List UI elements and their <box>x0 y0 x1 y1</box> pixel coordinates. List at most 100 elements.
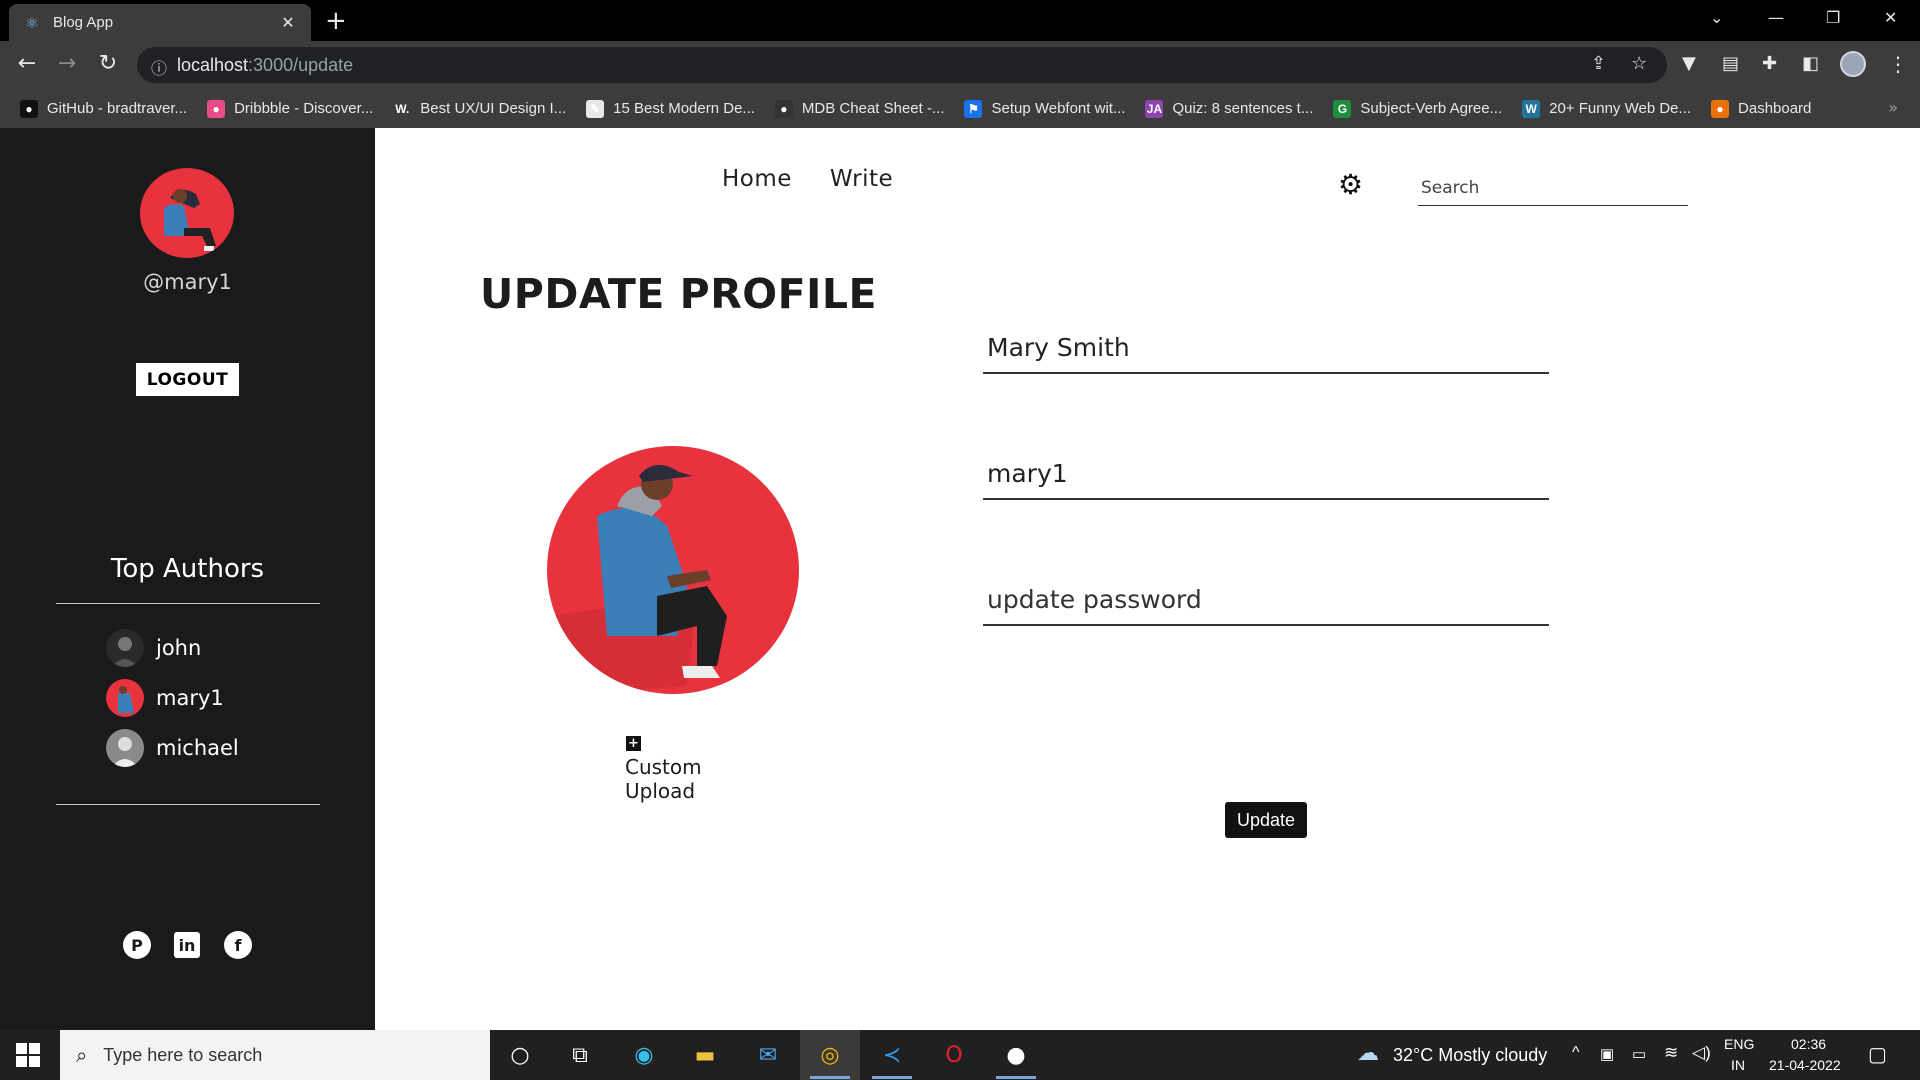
bookmark-favicon-icon: ● <box>774 99 793 118</box>
author-item-john[interactable]: john <box>106 629 201 667</box>
bookmark-item[interactable]: ● Dashboard <box>1711 99 1812 118</box>
browser-toolbar: ← → ↻ ⓘ localhost:3000/update ⇪ ☆ ▼ ▤ ✚ … <box>0 41 1920 89</box>
clipboard-extension-icon[interactable]: ▤ <box>1722 53 1739 74</box>
site-info-icon[interactable]: ⓘ <box>151 55 167 79</box>
author-name: michael <box>156 736 239 760</box>
add-upload-icon[interactable]: + <box>626 736 641 751</box>
task-view-icon[interactable]: ⧉ <box>562 1038 598 1072</box>
facebook-icon[interactable]: f <box>224 931 252 959</box>
language-in[interactable]: IN <box>1731 1057 1745 1073</box>
bookmark-item[interactable]: ● GitHub - bradtraver... <box>20 99 187 118</box>
clock-date[interactable]: 21-04-2022 <box>1769 1057 1841 1073</box>
bookmarks-overflow-icon[interactable]: » <box>1888 98 1898 117</box>
reload-icon[interactable]: ↻ <box>94 51 122 77</box>
weather-text[interactable]: 32°C Mostly cloudy <box>1393 1045 1547 1066</box>
page-title: UPDATE PROFILE <box>480 270 878 318</box>
update-button[interactable]: Update <box>1225 802 1307 838</box>
bookmark-favicon-icon: ● <box>1711 99 1730 118</box>
bookmark-item[interactable]: W 20+ Funny Web De... <box>1522 99 1692 118</box>
bookmark-item[interactable]: W. Best UX/UI Design I... <box>393 99 566 118</box>
browser-tab-strip: ⚛ Blog App ✕ + ⌄ — ❐ ✕ <box>0 0 1920 41</box>
author-name: mary1 <box>156 686 224 710</box>
mail-icon[interactable]: ✉ <box>750 1038 786 1072</box>
mongodb-compass-icon[interactable]: ● <box>998 1038 1034 1072</box>
file-explorer-icon[interactable]: ▬ <box>687 1038 723 1072</box>
tab-title: Blog App <box>53 14 114 31</box>
window-close-icon[interactable]: ✕ <box>1884 8 1897 27</box>
username-field[interactable] <box>983 448 1549 500</box>
extensions-puzzle-icon[interactable]: ✚ <box>1762 53 1777 74</box>
author-item-michael[interactable]: michael <box>106 729 239 767</box>
language-eng[interactable]: ENG <box>1724 1036 1754 1052</box>
volume-icon[interactable]: ◁) <box>1692 1043 1711 1063</box>
bookmark-label: Dashboard <box>1738 100 1812 117</box>
tray-overflow-icon[interactable]: ^ <box>1572 1044 1580 1062</box>
bookmark-favicon-icon: G <box>1333 99 1352 118</box>
author-avatar <box>106 629 144 667</box>
browser-profile-avatar[interactable] <box>1840 51 1866 77</box>
settings-gears-icon[interactable]: ⚙ <box>1338 168 1363 201</box>
bookmark-label: 20+ Funny Web De... <box>1549 100 1692 117</box>
opera-icon[interactable]: O <box>936 1038 972 1072</box>
sidebar-username: @mary1 <box>143 270 232 294</box>
search-input[interactable] <box>1418 170 1688 206</box>
share-icon[interactable]: ⇪ <box>1591 53 1606 74</box>
taskbar-search-placeholder: Type here to search <box>103 1044 263 1065</box>
chrome-active-indicator <box>810 1076 850 1079</box>
password-field[interactable] <box>983 574 1549 626</box>
forward-icon[interactable]: → <box>53 51 81 77</box>
bookmarks-bar: ● GitHub - bradtraver... ● Dribbble - Disco… <box>0 89 1920 128</box>
back-icon[interactable]: ← <box>13 51 41 77</box>
full-name-field[interactable] <box>983 322 1549 374</box>
battery-icon[interactable]: ▭ <box>1632 1045 1646 1063</box>
meet-now-icon[interactable]: ▣ <box>1600 1045 1614 1063</box>
nav-write-link[interactable]: Write <box>830 166 893 192</box>
author-avatar <box>106 679 144 717</box>
windows-start-icon[interactable] <box>16 1043 40 1067</box>
vue-devtools-icon[interactable]: ▼ <box>1682 53 1696 74</box>
search-icon: ⌕ <box>76 1043 88 1067</box>
bookmark-item[interactable]: ● MDB Cheat Sheet -... <box>774 99 944 118</box>
wifi-icon[interactable]: ≋ <box>1664 1043 1678 1063</box>
react-favicon-icon: ⚛ <box>25 13 39 32</box>
bookmark-item[interactable]: ● Dribbble - Discover... <box>207 99 373 118</box>
profile-avatar <box>140 168 234 258</box>
browser-tab[interactable]: ⚛ Blog App ✕ <box>9 4 311 41</box>
edge-icon[interactable]: ◉ <box>626 1038 662 1072</box>
tab-search-icon[interactable]: ⌄ <box>1710 8 1723 27</box>
browser-menu-icon[interactable]: ⋮ <box>1888 52 1908 76</box>
url-text[interactable]: localhost:3000/update <box>177 55 353 76</box>
new-tab-button[interactable]: + <box>325 8 347 34</box>
linkedin-icon[interactable]: in <box>174 932 200 958</box>
restore-icon[interactable]: ❐ <box>1826 8 1840 27</box>
chrome-icon[interactable]: ◎ <box>812 1038 848 1072</box>
bookmark-favicon-icon: W. <box>393 99 412 118</box>
custom-upload-label[interactable]: Custom Upload <box>625 755 715 803</box>
vscode-icon[interactable]: ≺ <box>874 1038 910 1072</box>
bookmark-label: Setup Webfont wit... <box>991 100 1126 117</box>
bookmark-item[interactable]: JA Quiz: 8 sentences t... <box>1145 99 1314 118</box>
compass-active-indicator <box>996 1076 1036 1079</box>
cortana-icon[interactable]: ○ <box>502 1038 538 1072</box>
bookmark-item[interactable]: ⚑ Setup Webfont wit... <box>964 99 1126 118</box>
notifications-icon[interactable]: ▢ <box>1868 1042 1887 1067</box>
logout-button[interactable]: LOGOUT <box>136 363 239 396</box>
clock-time[interactable]: 02:36 <box>1791 1036 1826 1052</box>
weather-cloud-icon: ☁ <box>1357 1040 1379 1066</box>
bookmark-item[interactable]: ✎ 15 Best Modern De... <box>586 99 755 118</box>
main-content: Home Write ⚙ UPDATE PROFILE + Custom Upl… <box>375 128 1920 1030</box>
nav-home-link[interactable]: Home <box>722 166 792 192</box>
taskbar-search-box[interactable]: ⌕ Type here to search <box>60 1030 490 1080</box>
close-tab-icon[interactable]: ✕ <box>279 13 297 32</box>
bookmark-label: Subject-Verb Agree... <box>1360 100 1503 117</box>
pinterest-icon[interactable]: P <box>123 931 151 959</box>
bookmark-favicon-icon: JA <box>1145 99 1164 118</box>
address-bar[interactable]: ⓘ localhost:3000/update ⇪ ☆ <box>137 47 1667 83</box>
side-panel-icon[interactable]: ◧ <box>1802 53 1819 74</box>
bookmark-star-icon[interactable]: ☆ <box>1631 53 1647 74</box>
minimize-icon[interactable]: — <box>1768 8 1784 27</box>
author-item-mary1[interactable]: mary1 <box>106 679 224 717</box>
bookmark-item[interactable]: G Subject-Verb Agree... <box>1333 99 1503 118</box>
bookmark-label: Quiz: 8 sentences t... <box>1172 100 1314 117</box>
bookmark-favicon-icon: W <box>1522 99 1541 118</box>
